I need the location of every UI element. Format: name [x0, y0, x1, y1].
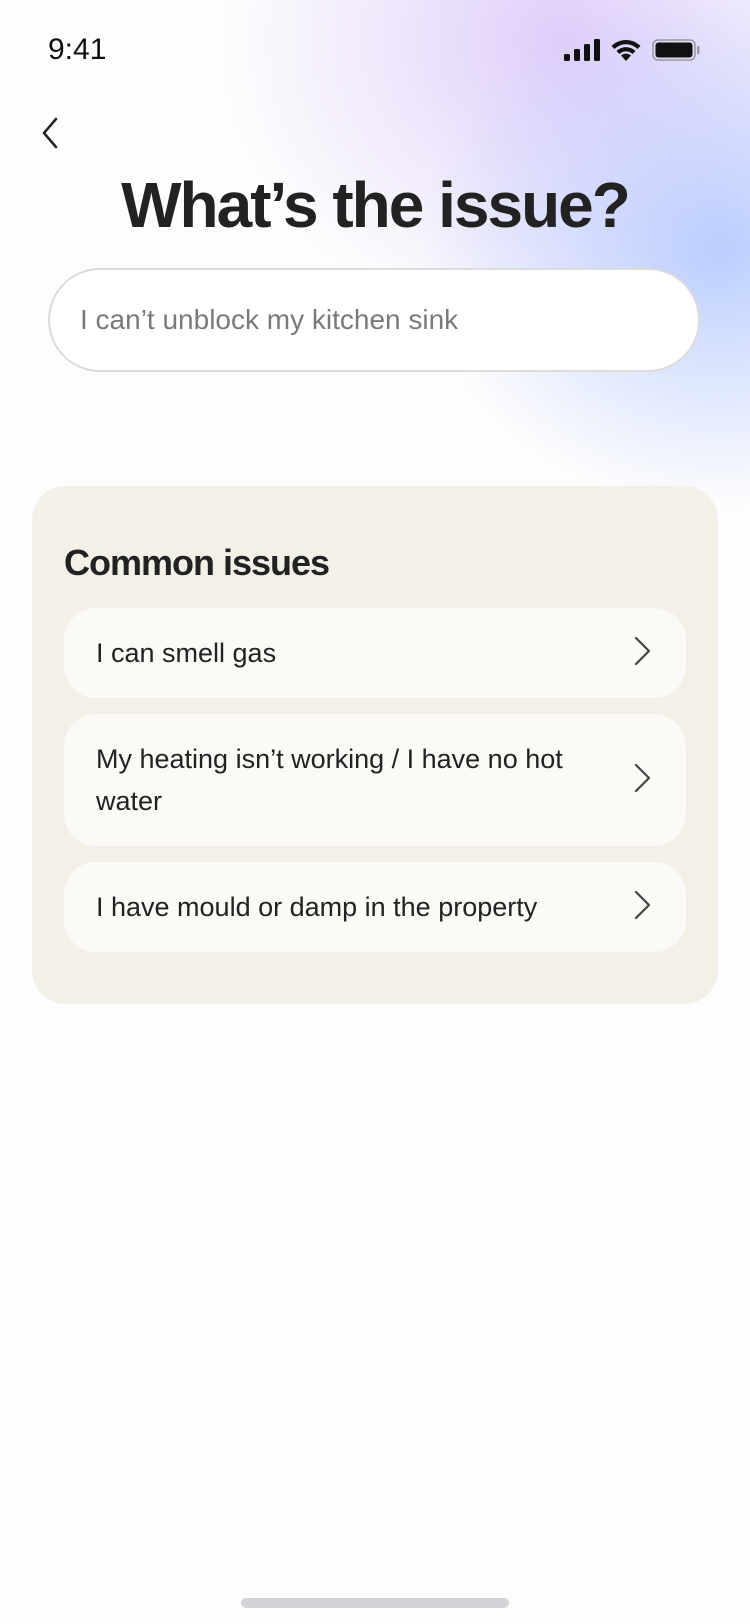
status-time: 9:41: [48, 33, 107, 66]
status-icons: [564, 38, 700, 67]
home-indicator: [241, 1598, 509, 1608]
issue-item-label: I have mould or damp in the property: [96, 892, 538, 922]
issue-item-heating[interactable]: My heating isn’t working / I have no hot…: [64, 714, 686, 846]
back-button[interactable]: [30, 110, 70, 160]
search-field[interactable]: [48, 268, 700, 372]
chevron-right-icon: [632, 890, 654, 925]
wifi-icon: [610, 38, 642, 67]
issue-item-smell-gas[interactable]: I can smell gas: [64, 608, 686, 698]
chevron-left-icon: [41, 117, 59, 154]
common-issues-heading: Common issues: [64, 542, 330, 583]
battery-icon: [652, 39, 700, 66]
search-input[interactable]: [50, 270, 698, 370]
page-title: What’s the issue?: [121, 169, 631, 241]
signal-icon: [564, 39, 600, 66]
issue-item-label: My heating isn’t working / I have no hot…: [96, 744, 563, 816]
chevron-right-icon: [632, 763, 654, 798]
issue-item-label: I can smell gas: [96, 638, 277, 668]
chevron-right-icon: [632, 636, 654, 671]
issue-item-mould-damp[interactable]: I have mould or damp in the property: [64, 862, 686, 952]
common-issues-card: Common issues I can smell gas My heating…: [32, 486, 718, 1004]
